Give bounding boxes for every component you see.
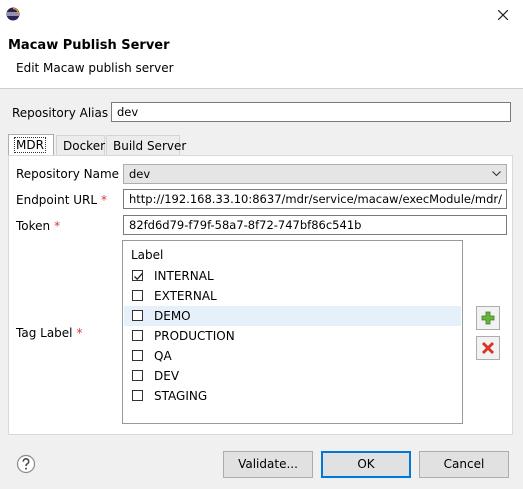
tag-list-header: Label bbox=[131, 248, 164, 262]
list-item[interactable]: DEMO bbox=[124, 306, 461, 326]
checkbox-internal[interactable] bbox=[132, 270, 143, 281]
check-icon bbox=[134, 272, 143, 281]
chevron-down-icon bbox=[492, 171, 501, 177]
ok-button[interactable]: OK bbox=[321, 451, 411, 478]
cancel-button[interactable]: Cancel bbox=[419, 451, 509, 478]
checkbox-dev[interactable] bbox=[132, 370, 143, 381]
remove-tag-button[interactable] bbox=[476, 336, 500, 360]
validate-button[interactable]: Validate... bbox=[223, 451, 313, 478]
list-item[interactable]: PRODUCTION bbox=[124, 326, 461, 346]
checkbox-qa[interactable] bbox=[132, 350, 143, 361]
dialog-banner: Macaw Publish Server Edit Macaw publish … bbox=[0, 28, 523, 88]
checkbox-demo[interactable] bbox=[132, 310, 143, 321]
tag-list[interactable]: Label INTERNAL EXTERNAL DEMO PRODUCTION … bbox=[122, 240, 463, 424]
alias-input[interactable]: dev bbox=[111, 102, 511, 122]
close-button[interactable] bbox=[483, 0, 523, 28]
eclipse-icon bbox=[6, 7, 20, 21]
repo-name-label: Repository Name* bbox=[16, 167, 129, 181]
banner-separator bbox=[0, 88, 523, 89]
list-item[interactable]: QA bbox=[124, 346, 461, 366]
token-input[interactable]: 82fd6d79-f79f-58a7-8f72-747bf86c541b bbox=[123, 215, 507, 235]
tag-label: Tag Label * bbox=[16, 326, 83, 340]
repo-name-select[interactable]: dev bbox=[123, 164, 507, 184]
endpoint-input[interactable]: http://192.168.33.10:8637/mdr/service/ma… bbox=[123, 189, 507, 209]
add-icon bbox=[481, 311, 495, 325]
list-item[interactable]: EXTERNAL bbox=[124, 286, 461, 306]
alias-label: Repository Alias* bbox=[12, 106, 118, 120]
dialog-title: Macaw Publish Server bbox=[8, 38, 170, 53]
tab-build-server[interactable]: Build Server bbox=[106, 135, 186, 155]
list-item[interactable]: INTERNAL bbox=[124, 266, 461, 286]
help-icon[interactable] bbox=[16, 454, 36, 474]
list-item[interactable]: DEV bbox=[124, 366, 461, 386]
tab-mdr[interactable]: MDR bbox=[8, 134, 54, 156]
list-item[interactable]: STAGING bbox=[124, 386, 461, 406]
token-label: Token * bbox=[16, 219, 61, 233]
endpoint-label: Endpoint URL * bbox=[16, 193, 108, 207]
title-bar bbox=[0, 0, 523, 28]
checkbox-external[interactable] bbox=[132, 290, 143, 301]
checkbox-staging[interactable] bbox=[132, 390, 143, 401]
remove-icon bbox=[481, 341, 495, 355]
dialog-subtitle: Edit Macaw publish server bbox=[16, 61, 174, 75]
close-icon bbox=[497, 9, 509, 20]
tab-docker[interactable]: Docker bbox=[56, 135, 105, 155]
add-tag-button[interactable] bbox=[476, 306, 500, 330]
checkbox-production[interactable] bbox=[132, 330, 143, 341]
